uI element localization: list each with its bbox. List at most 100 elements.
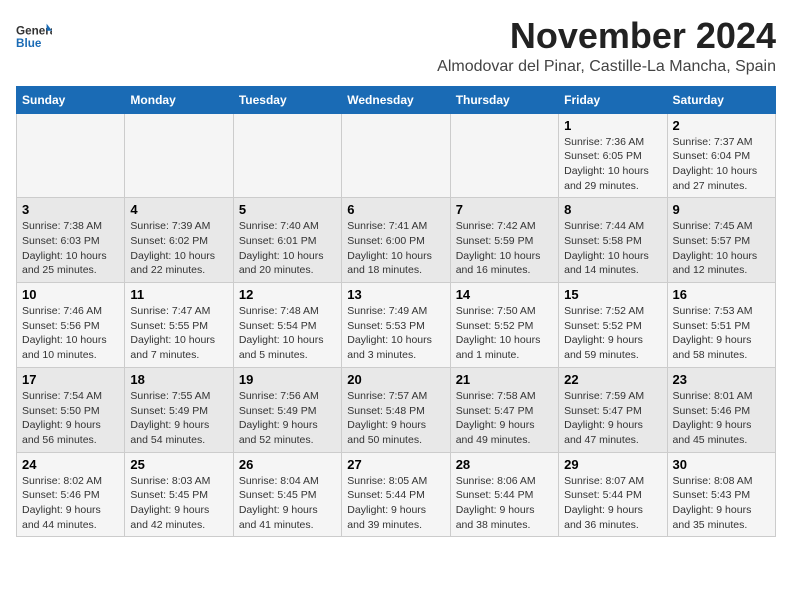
calendar-header-tuesday: Tuesday [233,86,341,113]
calendar-cell: 27 Sunrise: 8:05 AM Sunset: 5:44 PM Dayli… [342,452,450,537]
calendar-header-thursday: Thursday [450,86,558,113]
header: General Blue November 2024 Almodovar del… [16,16,776,76]
day-number: 27 [347,457,444,472]
day-number: 11 [130,287,227,302]
calendar-cell: 3 Sunrise: 7:38 AM Sunset: 6:03 PM Daylig… [17,198,125,283]
calendar-cell: 29 Sunrise: 8:07 AM Sunset: 5:44 PM Dayli… [559,452,667,537]
day-info: Sunrise: 7:52 AM Sunset: 5:52 PM Dayligh… [564,304,661,363]
day-number: 13 [347,287,444,302]
calendar-cell: 6Sunrise: 7:41 AM Sunset: 6:00 PM Daylig… [342,198,450,283]
day-info: Sunrise: 7:54 AM Sunset: 5:50 PM Dayligh… [22,389,119,448]
calendar-cell: 9 Sunrise: 7:45 AM Sunset: 5:57 PM Daylig… [667,198,775,283]
calendar-cell: 25 Sunrise: 8:03 AM Sunset: 5:45 PM Dayli… [125,452,233,537]
day-number: 24 [22,457,119,472]
day-info: Sunrise: 7:55 AM Sunset: 5:49 PM Dayligh… [130,389,227,448]
day-number: 9 [673,202,770,217]
day-info: Sunrise: 8:03 AM Sunset: 5:45 PM Dayligh… [130,474,227,533]
day-number: 16 [673,287,770,302]
day-number: 2 [673,118,770,133]
day-number: 15 [564,287,661,302]
calendar-cell: 23Sunrise: 8:01 AM Sunset: 5:46 PM Dayli… [667,367,775,452]
day-info: Sunrise: 7:47 AM Sunset: 5:55 PM Dayligh… [130,304,227,363]
logo-icon: General Blue [16,20,52,56]
day-info: Sunrise: 7:57 AM Sunset: 5:48 PM Dayligh… [347,389,444,448]
day-info: Sunrise: 7:36 AM Sunset: 6:05 PM Dayligh… [564,135,661,194]
calendar-cell: 17 Sunrise: 7:54 AM Sunset: 5:50 PM Dayli… [17,367,125,452]
calendar-cell: 30 Sunrise: 8:08 AM Sunset: 5:43 PM Dayli… [667,452,775,537]
calendar-header-row: SundayMondayTuesdayWednesdayThursdayFrid… [17,86,776,113]
title-block: November 2024 Almodovar del Pinar, Casti… [437,16,776,76]
svg-text:Blue: Blue [16,37,42,50]
day-info: Sunrise: 7:49 AM Sunset: 5:53 PM Dayligh… [347,304,444,363]
day-number: 1 [564,118,661,133]
calendar-cell [17,113,125,198]
calendar-cell: 15 Sunrise: 7:52 AM Sunset: 5:52 PM Dayli… [559,283,667,368]
day-info: Sunrise: 7:44 AM Sunset: 5:58 PM Dayligh… [564,219,661,278]
calendar-cell: 20Sunrise: 7:57 AM Sunset: 5:48 PM Dayli… [342,367,450,452]
day-number: 12 [239,287,336,302]
calendar-header-monday: Monday [125,86,233,113]
location-title: Almodovar del Pinar, Castille-La Mancha,… [437,58,776,76]
calendar-cell: 28 Sunrise: 8:06 AM Sunset: 5:44 PM Dayli… [450,452,558,537]
calendar-cell: 12 Sunrise: 7:48 AM Sunset: 5:54 PM Dayli… [233,283,341,368]
day-number: 6 [347,202,444,217]
calendar-cell: 21Sunrise: 7:58 AM Sunset: 5:47 PM Dayli… [450,367,558,452]
day-info: Sunrise: 7:46 AM Sunset: 5:56 PM Dayligh… [22,304,119,363]
day-number: 3 [22,202,119,217]
calendar-cell [125,113,233,198]
calendar-week-row: 3 Sunrise: 7:38 AM Sunset: 6:03 PM Daylig… [17,198,776,283]
calendar-cell: 4 Sunrise: 7:39 AM Sunset: 6:02 PM Daylig… [125,198,233,283]
day-info: Sunrise: 7:48 AM Sunset: 5:54 PM Dayligh… [239,304,336,363]
day-info: Sunrise: 7:39 AM Sunset: 6:02 PM Dayligh… [130,219,227,278]
day-info: Sunrise: 7:53 AM Sunset: 5:51 PM Dayligh… [673,304,770,363]
day-info: Sunrise: 8:08 AM Sunset: 5:43 PM Dayligh… [673,474,770,533]
day-number: 14 [456,287,553,302]
day-info: Sunrise: 7:37 AM Sunset: 6:04 PM Dayligh… [673,135,770,194]
calendar-cell: 11 Sunrise: 7:47 AM Sunset: 5:55 PM Dayli… [125,283,233,368]
day-info: Sunrise: 8:05 AM Sunset: 5:44 PM Dayligh… [347,474,444,533]
calendar-week-row: 1 Sunrise: 7:36 AM Sunset: 6:05 PM Daylig… [17,113,776,198]
day-info: Sunrise: 8:07 AM Sunset: 5:44 PM Dayligh… [564,474,661,533]
day-number: 26 [239,457,336,472]
month-title: November 2024 [437,16,776,56]
calendar-header-friday: Friday [559,86,667,113]
calendar-cell: 2 Sunrise: 7:37 AM Sunset: 6:04 PM Daylig… [667,113,775,198]
calendar-cell [450,113,558,198]
logo: General Blue [16,20,52,56]
calendar-week-row: 17 Sunrise: 7:54 AM Sunset: 5:50 PM Dayli… [17,367,776,452]
calendar-cell: 19Sunrise: 7:56 AM Sunset: 5:49 PM Dayli… [233,367,341,452]
calendar-header-wednesday: Wednesday [342,86,450,113]
day-info: Sunrise: 7:42 AM Sunset: 5:59 PM Dayligh… [456,219,553,278]
day-number: 21 [456,372,553,387]
calendar-cell: 16 Sunrise: 7:53 AM Sunset: 5:51 PM Dayli… [667,283,775,368]
calendar-cell: 8Sunrise: 7:44 AM Sunset: 5:58 PM Daylig… [559,198,667,283]
day-info: Sunrise: 8:06 AM Sunset: 5:44 PM Dayligh… [456,474,553,533]
day-info: Sunrise: 7:50 AM Sunset: 5:52 PM Dayligh… [456,304,553,363]
calendar-header-sunday: Sunday [17,86,125,113]
calendar-cell: 13 Sunrise: 7:49 AM Sunset: 5:53 PM Dayli… [342,283,450,368]
day-number: 4 [130,202,227,217]
day-number: 17 [22,372,119,387]
day-info: Sunrise: 8:02 AM Sunset: 5:46 PM Dayligh… [22,474,119,533]
calendar-cell [342,113,450,198]
day-info: Sunrise: 7:45 AM Sunset: 5:57 PM Dayligh… [673,219,770,278]
day-info: Sunrise: 8:04 AM Sunset: 5:45 PM Dayligh… [239,474,336,533]
calendar-header-saturday: Saturday [667,86,775,113]
day-info: Sunrise: 7:38 AM Sunset: 6:03 PM Dayligh… [22,219,119,278]
day-number: 19 [239,372,336,387]
day-number: 18 [130,372,227,387]
calendar-cell: 5Sunrise: 7:40 AM Sunset: 6:01 PM Daylig… [233,198,341,283]
day-number: 30 [673,457,770,472]
day-number: 25 [130,457,227,472]
calendar-cell: 10 Sunrise: 7:46 AM Sunset: 5:56 PM Dayli… [17,283,125,368]
day-number: 10 [22,287,119,302]
day-number: 29 [564,457,661,472]
day-info: Sunrise: 7:59 AM Sunset: 5:47 PM Dayligh… [564,389,661,448]
calendar-cell [233,113,341,198]
calendar-cell: 18 Sunrise: 7:55 AM Sunset: 5:49 PM Dayli… [125,367,233,452]
day-number: 28 [456,457,553,472]
calendar-table: SundayMondayTuesdayWednesdayThursdayFrid… [16,86,776,538]
calendar-cell: 26 Sunrise: 8:04 AM Sunset: 5:45 PM Dayli… [233,452,341,537]
day-info: Sunrise: 8:01 AM Sunset: 5:46 PM Dayligh… [673,389,770,448]
calendar-week-row: 10 Sunrise: 7:46 AM Sunset: 5:56 PM Dayli… [17,283,776,368]
